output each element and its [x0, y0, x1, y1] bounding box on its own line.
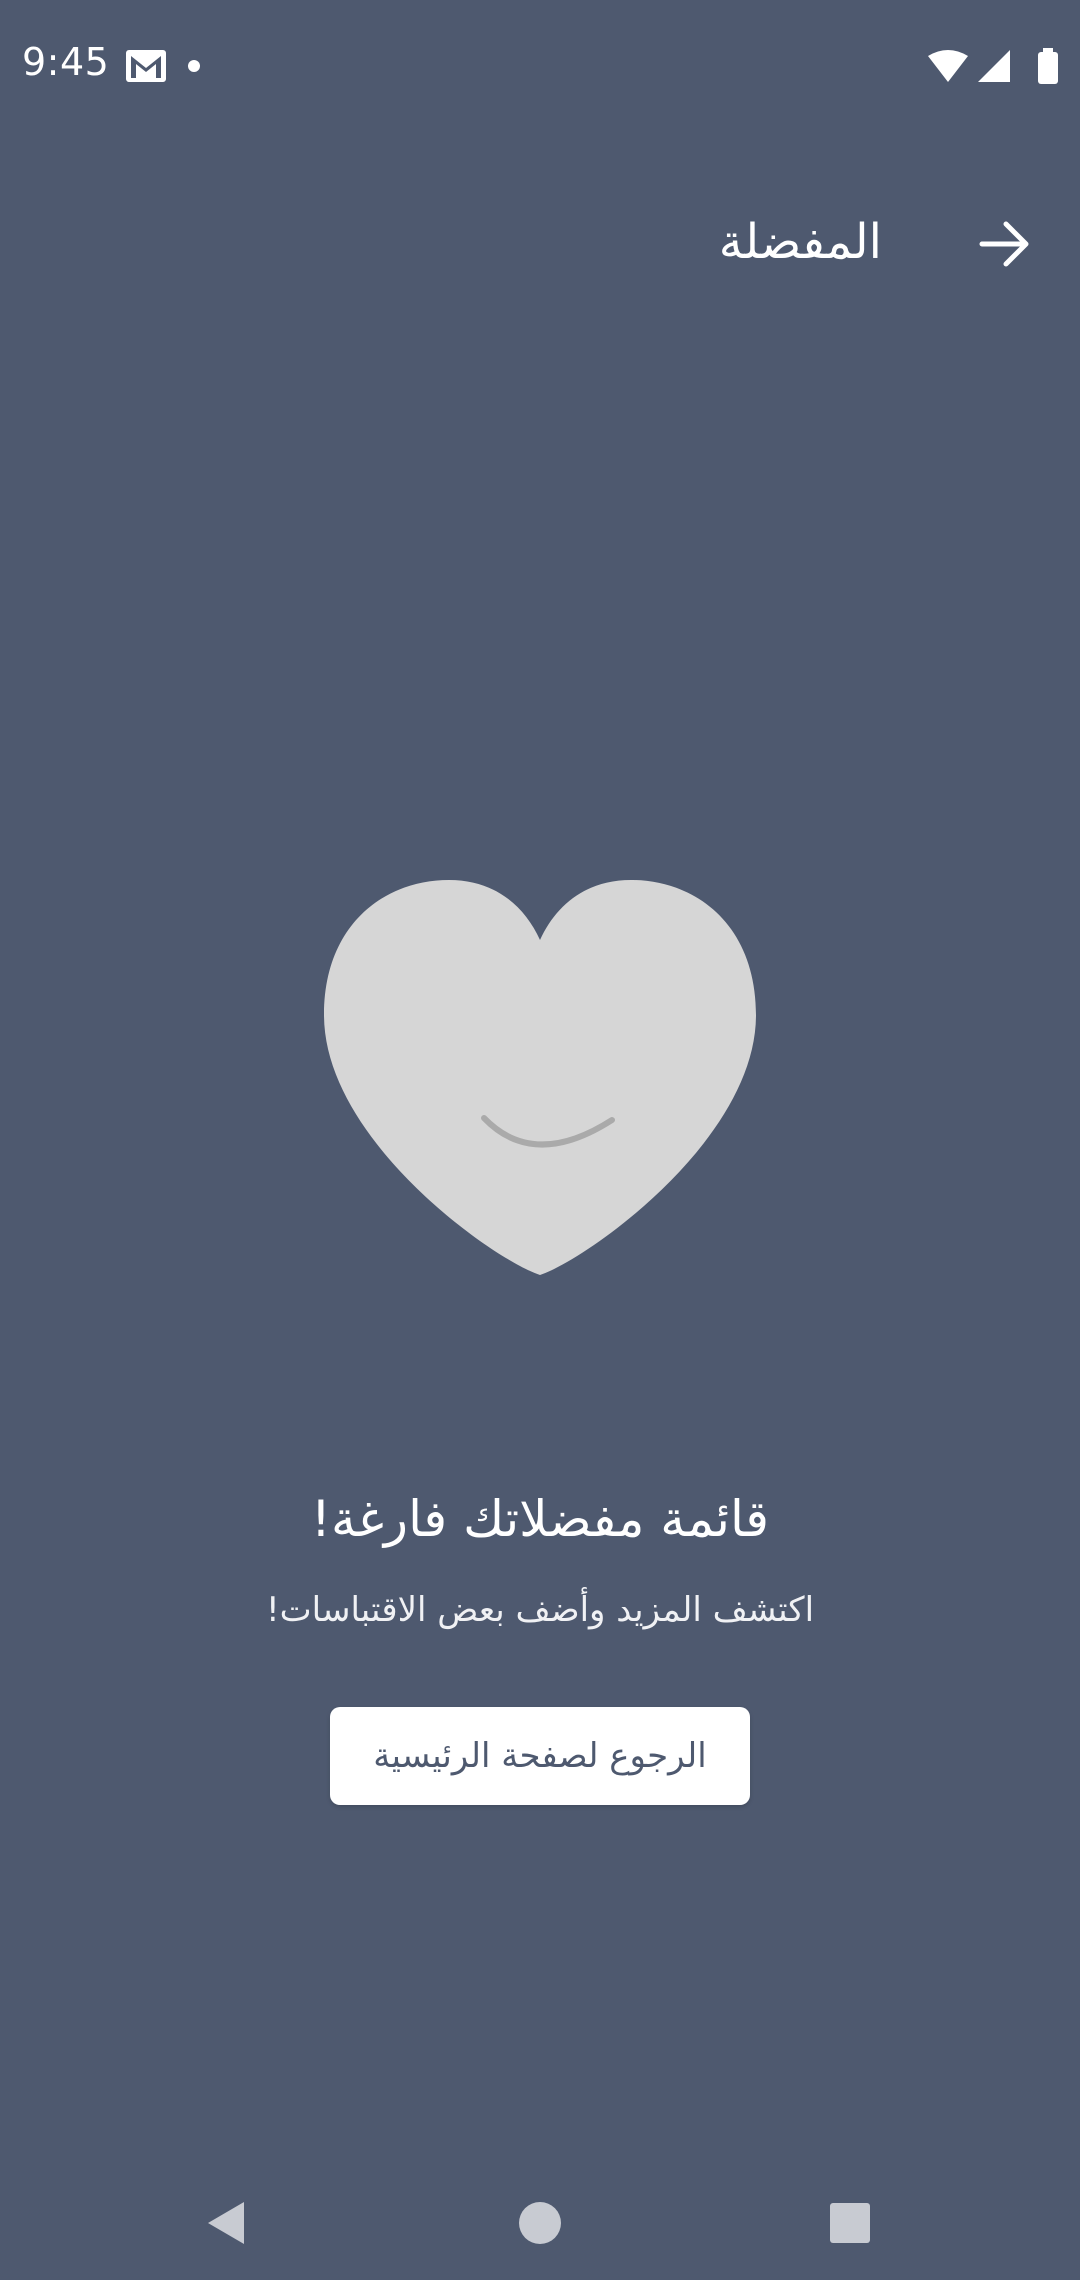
empty-state-title: قائمة مفضلاتك فارغة!: [310, 1490, 770, 1548]
system-nav-bar: [0, 2160, 1080, 2280]
battery-icon: [1038, 52, 1058, 84]
status-time: 9:45: [22, 40, 110, 84]
nav-recents-icon: [830, 2203, 870, 2243]
status-left-icons: [126, 48, 206, 92]
nav-back-button[interactable]: [190, 2188, 260, 2258]
app-bar: المفضلة: [0, 190, 1080, 310]
nav-back-icon: [208, 2202, 244, 2244]
wifi-icon: [928, 50, 968, 82]
nav-home-button[interactable]: [505, 2188, 575, 2258]
notification-dot-icon: [188, 60, 200, 72]
status-right-icons: [928, 48, 1058, 92]
empty-state-subtitle: اكتشف المزيد وأضف بعض الاقتباسات!: [265, 1590, 815, 1630]
page-title: المفضلة: [718, 214, 882, 270]
smiling-heart-icon: [324, 880, 756, 1275]
status-bar: 9:45: [0, 0, 1080, 134]
back-button[interactable]: [974, 214, 1034, 274]
empty-illustration: [324, 880, 756, 1280]
nav-recents-button[interactable]: [815, 2188, 885, 2258]
signal-icon: [978, 50, 1010, 82]
arrow-forward-icon: [979, 221, 1029, 267]
go-home-button[interactable]: الرجوع لصفحة الرئيسية: [330, 1707, 750, 1805]
gmail-icon: [126, 50, 166, 82]
nav-home-icon: [519, 2202, 561, 2244]
